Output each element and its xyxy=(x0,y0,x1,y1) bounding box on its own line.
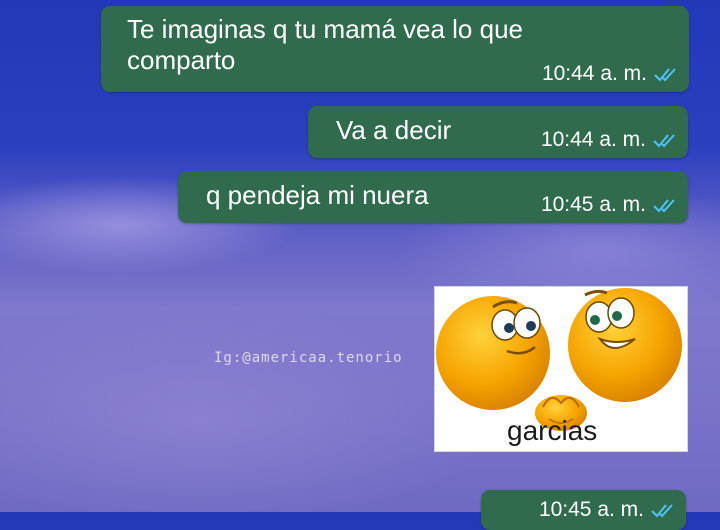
double-check-icon xyxy=(651,504,673,518)
double-check-icon xyxy=(653,134,675,148)
message-bubble[interactable]: Va a decir 10:44 a. m. xyxy=(308,106,688,158)
sticker-image[interactable]: garcias xyxy=(434,286,688,452)
message-bubble[interactable]: Te imaginas q tu mamá vea lo que compart… xyxy=(101,6,689,92)
double-check-icon xyxy=(653,199,675,213)
message-bubble[interactable]: 10:45 a. m. xyxy=(481,490,686,530)
watermark: Ig:@americaa.tenorio xyxy=(214,350,403,366)
message-bubble[interactable]: q pendeja mi nuera 10:45 a. m. xyxy=(178,171,688,223)
sticker-caption: garcias xyxy=(507,415,598,446)
chat-conversation: Te imaginas q tu mamá vea lo que compart… xyxy=(0,0,720,530)
message-text: Te imaginas q tu mamá vea lo que compart… xyxy=(127,14,523,75)
double-check-icon xyxy=(654,68,676,82)
message-time: 10:44 a. m. xyxy=(541,62,647,85)
message-meta: 10:44 a. m. xyxy=(542,62,679,86)
message-meta: 10:44 a. m. xyxy=(541,128,678,152)
message-time: 10:45 a. m. xyxy=(538,498,644,521)
message-meta: 10:45 a. m. xyxy=(541,193,678,217)
message-meta: 10:45 a. m. xyxy=(539,498,676,522)
message-time: 10:44 a. m. xyxy=(540,128,646,151)
message-time: 10:45 a. m. xyxy=(540,193,646,216)
